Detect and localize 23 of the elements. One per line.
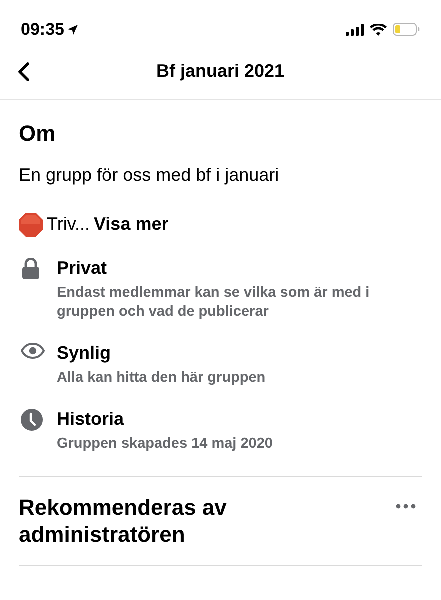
- group-description: En grupp för oss med bf i januari: [19, 164, 280, 187]
- show-more-link[interactable]: Visa mer: [94, 211, 169, 238]
- stop-sign-icon: [19, 212, 43, 236]
- wifi-icon: [370, 24, 387, 36]
- location-arrow-icon: [68, 24, 78, 34]
- section-heading: Om: [19, 120, 57, 148]
- eye-icon: [21, 343, 45, 359]
- rules-preview: Triv...: [47, 213, 90, 236]
- detail-text: Gruppen skapades 14 maj 2020: [57, 435, 274, 454]
- lock-icon: [21, 258, 41, 280]
- clock-icon: [21, 409, 43, 431]
- detail-title: Privat: [57, 257, 108, 280]
- detail-text: Alla kan hitta den här gruppen: [57, 369, 267, 388]
- battery-icon: [393, 23, 420, 36]
- page-title: Bf januari 2021: [156, 60, 285, 83]
- more-icon: [396, 504, 416, 509]
- detail-text: Endast medlemmar kan se vilka som är med i gruppen och vad de publicerar: [57, 284, 371, 322]
- section-heading: Rekommenderas av administratören: [19, 494, 228, 548]
- detail-title: Historia: [57, 408, 126, 431]
- signal-icon: [346, 24, 364, 36]
- detail-title: Synlig: [57, 342, 112, 365]
- back-chevron-icon: [18, 62, 30, 82]
- status-time: 09:35: [21, 18, 64, 41]
